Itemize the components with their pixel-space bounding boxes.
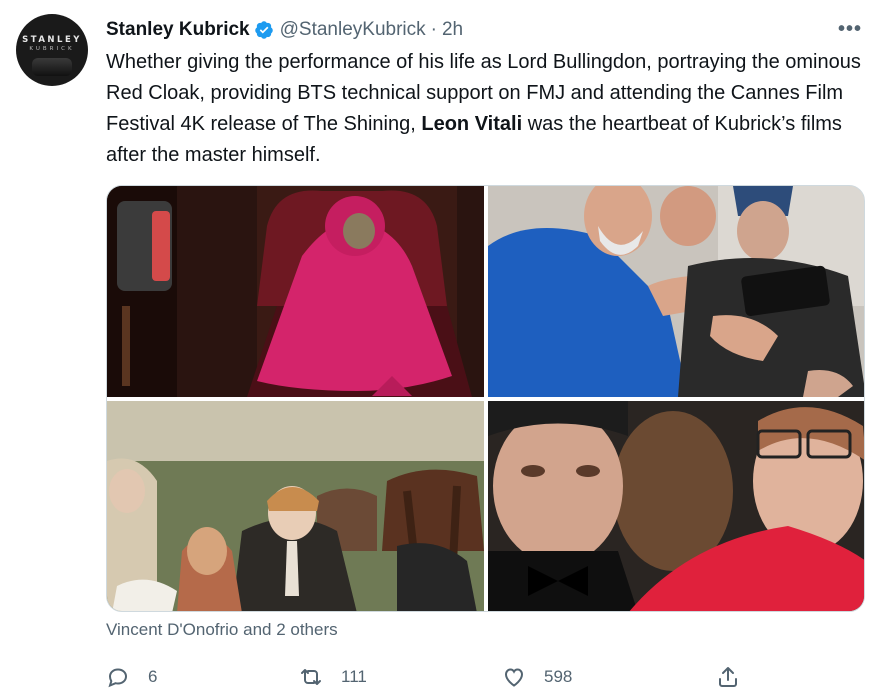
verified-badge-icon [254,21,273,39]
like-button[interactable]: 598 [502,660,572,694]
tweet-header: Stanley Kubrick @StanleyKubrick · 2h ••• [106,16,866,44]
liked-by[interactable]: Vincent D'Onofrio and 2 others [106,620,338,640]
reply-icon [108,668,128,688]
like-icon [504,668,524,687]
tweet-text-bold: Leon Vitali [421,113,523,135]
author-handle[interactable]: @StanleyKubrick [280,19,426,41]
separator-dot: · [430,19,437,40]
photo-selfie[interactable] [488,186,864,397]
action-bar: 6 111 598 [106,660,756,694]
timestamp[interactable]: 2h [442,19,463,41]
photo-cannes[interactable] [488,401,864,611]
like-count: 598 [544,667,573,686]
media-grid [106,185,865,612]
reply-button[interactable]: 6 [106,660,157,694]
avatar[interactable]: STANLEY KUBRICK [16,14,88,86]
photo-barry-lyndon[interactable] [107,401,484,611]
retweet-count: 111 [341,667,367,686]
reply-count: 6 [148,667,158,686]
avatar-line1: STANLEY [22,34,82,45]
photo-red-cloak[interactable] [107,186,484,397]
retweet-icon [301,669,321,685]
retweet-button[interactable]: 111 [299,660,367,694]
tweet-text: Whether giving the performance of his li… [106,47,866,171]
avatar-graphic [32,57,72,76]
share-button[interactable] [716,660,740,694]
share-icon [719,667,737,687]
avatar-line2: KUBRICK [29,45,75,52]
author-name[interactable]: Stanley Kubrick [106,19,250,41]
more-icon[interactable]: ••• [838,18,862,41]
